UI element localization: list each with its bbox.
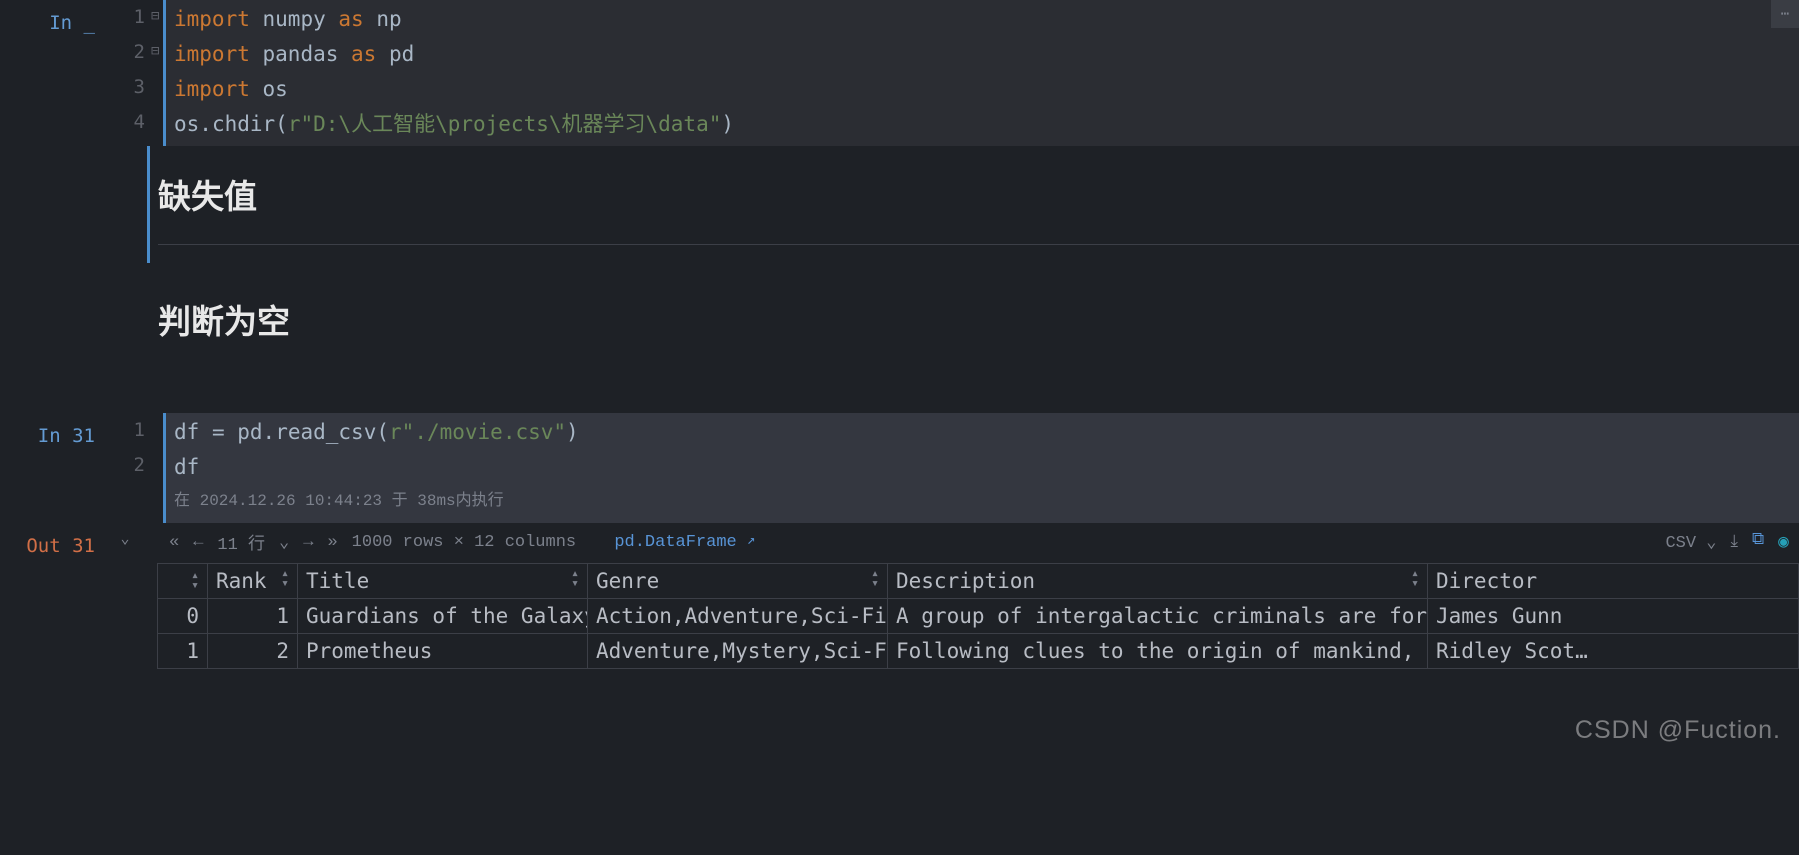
code-cell-1[interactable]: In _ 1 2 3 4 ⊟ ⊟ import numpy as np impo… (0, 0, 1799, 146)
cell-description: A group of intergalactic criminals are f… (888, 599, 1428, 634)
col-header-description[interactable]: Description▴▾ (888, 564, 1428, 599)
code-editor-2[interactable]: df = pd.read_csv(r"./movie.csv") df 在 20… (163, 413, 1799, 523)
heading-check-empty: 判断为空 (158, 295, 1799, 343)
cell-title: Guardians of the Galaxy (298, 599, 588, 634)
col-header-title[interactable]: Title▴▾ (298, 564, 588, 599)
fold-column (151, 413, 163, 483)
nav-first-icon[interactable]: « (169, 533, 179, 552)
line-gutter: 1 2 3 4 (105, 0, 151, 140)
sort-icon[interactable]: ▴▾ (191, 571, 199, 591)
sort-icon[interactable]: ▴▾ (571, 569, 579, 589)
download-icon[interactable]: ⤓ (1731, 532, 1739, 552)
nav-last-icon[interactable]: » (327, 533, 337, 552)
external-link-icon: ↗ (747, 533, 755, 549)
markdown-cell-1[interactable]: 缺失值 (0, 146, 1799, 263)
fold-icon[interactable]: ⊟ (151, 0, 163, 35)
cell-index: 1 (158, 634, 208, 669)
cell-director: Ridley Scot… (1428, 634, 1799, 669)
cell-title: Prometheus (298, 634, 588, 669)
col-header-index[interactable]: ▴▾ (158, 564, 208, 599)
line-gutter: 1 2 (105, 413, 151, 507)
sort-icon[interactable]: ▴▾ (281, 569, 289, 589)
open-new-window-icon[interactable]: ⧉ (1752, 530, 1764, 550)
heading-missing-values: 缺失值 (158, 170, 1799, 218)
nav-next-icon[interactable]: → (303, 533, 313, 552)
dataframe-type-link[interactable]: pd.DataFrame ↗ (614, 533, 755, 552)
sort-icon[interactable]: ▴▾ (1411, 569, 1419, 589)
code-cell-2[interactable]: In 31 1 2 df = pd.read_csv(r"./movie.csv… (0, 413, 1799, 523)
eye-icon[interactable]: ◉ (1778, 531, 1789, 553)
cell-rank: 1 (208, 599, 298, 634)
sort-icon[interactable]: ▴▾ (871, 569, 879, 589)
cell-rank: 2 (208, 634, 298, 669)
panel-toggle-button[interactable]: ⋯ (1771, 0, 1799, 28)
cell-genre: Adventure,Mystery,Sci-Fi (588, 634, 888, 669)
dataframe-table[interactable]: ▴▾ Rank▴▾ Title▴▾ Genre▴▾ Description▴▾ … (157, 563, 1799, 669)
page-rows-label: 11 行 (217, 529, 265, 555)
dataframe-toolbar: « ← 11 行 ⌄ → » 1000 rows × 12 columns pd… (157, 523, 1799, 563)
col-header-rank[interactable]: Rank▴▾ (208, 564, 298, 599)
out-prompt: Out 31 (0, 523, 105, 564)
output-cell: Out 31 ⌄ « ← 11 行 ⌄ → » 1000 rows × 12 c… (0, 523, 1799, 669)
cell-index: 0 (158, 599, 208, 634)
nav-prev-icon[interactable]: ← (193, 533, 203, 552)
chevron-down-icon: ⌄ (120, 531, 129, 548)
table-header-row: ▴▾ Rank▴▾ Title▴▾ Genre▴▾ Description▴▾ … (158, 564, 1799, 599)
export-csv-button[interactable]: CSV ⌄ (1665, 532, 1716, 553)
divider (158, 244, 1799, 245)
fold-icon[interactable]: ⊟ (151, 35, 163, 70)
col-header-genre[interactable]: Genre▴▾ (588, 564, 888, 599)
in-prompt-2: In 31 (0, 413, 105, 454)
chevron-down-icon: ⌄ (1706, 534, 1716, 553)
code-editor-1[interactable]: import numpy as np import pandas as pd i… (163, 0, 1799, 146)
cell-description: Following clues to the origin of mankind… (888, 634, 1428, 669)
markdown-cell-2[interactable]: 判断为空 (0, 263, 1799, 413)
in-prompt-1: In _ (0, 0, 105, 41)
table-row[interactable]: 0 1 Guardians of the Galaxy Action,Adven… (158, 599, 1799, 634)
col-header-director[interactable]: Director (1428, 564, 1799, 599)
fold-column[interactable]: ⊟ ⊟ (151, 0, 163, 70)
cell-director: James Gunn (1428, 599, 1799, 634)
rows-columns-info: 1000 rows × 12 columns (352, 533, 576, 552)
chevron-down-icon[interactable]: ⌄ (279, 532, 289, 553)
exec-timestamp: 在 2024.12.26 10:44:23 于 38ms内执行 (174, 485, 1791, 519)
table-row[interactable]: 1 2 Prometheus Adventure,Mystery,Sci-Fi … (158, 634, 1799, 669)
cell-genre: Action,Adventure,Sci-Fi (588, 599, 888, 634)
output-collapse-toggle[interactable]: ⌄ (105, 523, 145, 548)
watermark: CSDN @Fuction. (1575, 716, 1781, 745)
